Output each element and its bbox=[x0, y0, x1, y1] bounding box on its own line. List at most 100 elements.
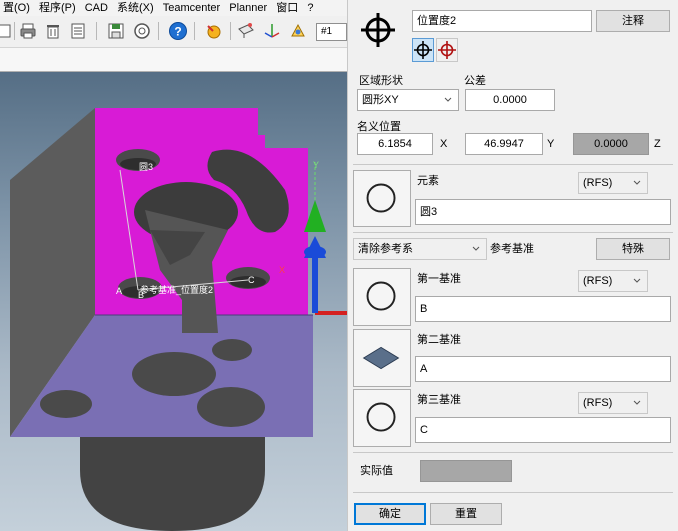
cad-application: 置(O) 程序(P) CAD 系统(X) Teamcenter Planner … bbox=[0, 0, 347, 531]
list-icon[interactable] bbox=[68, 21, 88, 41]
menu-item-window[interactable]: 窗口 bbox=[273, 0, 301, 15]
toolbar-separator bbox=[158, 22, 159, 40]
menu-item-program[interactable]: 程序(P) bbox=[36, 0, 79, 15]
element-select-button[interactable] bbox=[353, 170, 411, 227]
menu-item-system[interactable]: 系统(X) bbox=[114, 0, 157, 15]
front-hole-right bbox=[197, 387, 265, 427]
program-id-input[interactable]: #1 bbox=[316, 23, 347, 41]
menu-bar: 置(O) 程序(P) CAD 系统(X) Teamcenter Planner … bbox=[0, 0, 347, 16]
label-circle3: 圆3 bbox=[139, 162, 154, 172]
probe-icon[interactable] bbox=[236, 21, 256, 41]
mode-position-toggle[interactable] bbox=[412, 38, 434, 62]
toolbar-separator bbox=[194, 22, 195, 40]
reference-datum-label: 参考基准 bbox=[490, 243, 534, 255]
actual-value-label: 实际值 bbox=[360, 465, 393, 477]
help-icon[interactable]: ? bbox=[168, 21, 188, 41]
datum1-select-button[interactable] bbox=[353, 268, 411, 326]
zone-shape-value: 圆形XY bbox=[362, 94, 399, 106]
datum3-select-button[interactable] bbox=[353, 389, 411, 447]
datum3-rfs-value: (RFS) bbox=[583, 397, 613, 409]
x-axis-label: X bbox=[440, 138, 448, 150]
datum3-label: 第三基准 bbox=[417, 394, 461, 406]
label-position-ref: 参考基准_位置度2 bbox=[140, 285, 214, 295]
menu-item-teamcenter[interactable]: Teamcenter bbox=[160, 0, 223, 15]
toolbar-separator bbox=[230, 22, 231, 40]
label-datum-b: B bbox=[138, 290, 145, 300]
front-hole-left bbox=[40, 390, 92, 418]
position-dialog: 位置度2 注释 区域形状 公差 圆形XY 0.0000 名义位置 6.1854 … bbox=[347, 0, 678, 531]
cylinder-body bbox=[80, 435, 265, 531]
label-axis-x: X bbox=[279, 265, 286, 275]
ok-button[interactable]: 确定 bbox=[354, 503, 426, 525]
element-rfs-value: (RFS) bbox=[583, 177, 613, 189]
menu-item-setup[interactable]: 置(O) bbox=[0, 0, 33, 15]
dimension-name-input[interactable]: 位置度2 bbox=[412, 10, 592, 32]
annotate-button[interactable]: 注释 bbox=[596, 10, 670, 32]
z-axis-label: Z bbox=[654, 138, 661, 150]
delete-icon[interactable] bbox=[43, 21, 63, 41]
actual-value-field bbox=[420, 460, 512, 482]
chevron-down-icon bbox=[444, 97, 452, 102]
datum2-select-button[interactable] bbox=[353, 329, 411, 387]
toolbar-separator bbox=[96, 22, 97, 40]
datum3-rfs-select[interactable]: (RFS) bbox=[578, 392, 648, 414]
label-datum-a: A bbox=[116, 286, 123, 296]
tolerance-input[interactable]: 0.0000 bbox=[465, 89, 555, 111]
nominal-x-input[interactable]: 6.1854 bbox=[357, 133, 433, 155]
menu-item-help[interactable]: ? bbox=[304, 0, 316, 15]
position-mode-icon bbox=[414, 41, 432, 59]
toolbar-separator bbox=[14, 22, 15, 40]
cad-viewport[interactable]: 圆3 参考基准_位置度2 A B C X Y bbox=[0, 72, 347, 531]
element-label: 元素 bbox=[417, 175, 439, 187]
chevron-down-icon bbox=[633, 278, 641, 283]
mode-true-position-toggle[interactable] bbox=[436, 38, 458, 62]
y-axis-label: Y bbox=[547, 138, 555, 150]
element-rfs-select[interactable]: (RFS) bbox=[578, 172, 648, 194]
clear-reference-select[interactable]: 清除参考系 bbox=[353, 238, 487, 260]
zone-shape-label: 区域形状 bbox=[359, 75, 403, 87]
menu-item-cad[interactable]: CAD bbox=[82, 0, 111, 15]
datum2-input[interactable]: A bbox=[415, 356, 671, 382]
front-hole-center bbox=[132, 352, 216, 396]
circle-feature-icon bbox=[366, 183, 396, 213]
clear-reference-value: 清除参考系 bbox=[358, 243, 413, 255]
separator bbox=[353, 492, 673, 493]
svg-text:?: ? bbox=[174, 25, 181, 39]
measure-icon[interactable] bbox=[288, 21, 308, 41]
table-icon[interactable] bbox=[0, 21, 14, 41]
toolbar: ? #1 bbox=[0, 16, 347, 48]
secondary-toolbar bbox=[0, 48, 347, 72]
datum1-input[interactable]: B bbox=[415, 296, 671, 322]
zone-shape-select[interactable]: 圆形XY bbox=[357, 89, 459, 111]
nominal-position-label: 名义位置 bbox=[357, 121, 401, 133]
element-input[interactable]: 圆3 bbox=[415, 199, 671, 225]
datum3-input[interactable]: C bbox=[415, 417, 671, 443]
chevron-down-icon bbox=[633, 400, 641, 405]
reset-button[interactable]: 重置 bbox=[430, 503, 502, 525]
circle-feature-icon bbox=[366, 402, 396, 432]
plane-feature-icon bbox=[362, 346, 400, 370]
chevron-down-icon bbox=[633, 180, 641, 185]
menu-item-planner[interactable]: Planner bbox=[226, 0, 270, 15]
datum1-rfs-value: (RFS) bbox=[583, 275, 613, 287]
datum1-label: 第一基准 bbox=[417, 273, 461, 285]
datum1-rfs-select[interactable]: (RFS) bbox=[578, 270, 648, 292]
label-datum-c: C bbox=[248, 275, 255, 285]
cad-model[interactable] bbox=[0, 72, 347, 531]
nominal-y-input[interactable]: 46.9947 bbox=[465, 133, 543, 155]
separator bbox=[353, 164, 673, 165]
special-button[interactable]: 特殊 bbox=[596, 238, 670, 260]
print-icon[interactable] bbox=[18, 21, 38, 41]
true-position-mode-icon bbox=[438, 41, 456, 59]
execute-icon[interactable] bbox=[204, 21, 224, 41]
axis-icon[interactable] bbox=[262, 21, 282, 41]
chat-icon[interactable] bbox=[132, 21, 152, 41]
nominal-z-input[interactable]: 0.0000 bbox=[573, 133, 649, 155]
chevron-down-icon bbox=[472, 246, 480, 251]
front-hole-top bbox=[212, 339, 252, 361]
save-icon[interactable] bbox=[106, 21, 126, 41]
datum2-label: 第二基准 bbox=[417, 334, 461, 346]
circle-feature-icon bbox=[366, 281, 396, 311]
position-symbol-icon bbox=[361, 13, 395, 47]
separator bbox=[353, 452, 673, 453]
